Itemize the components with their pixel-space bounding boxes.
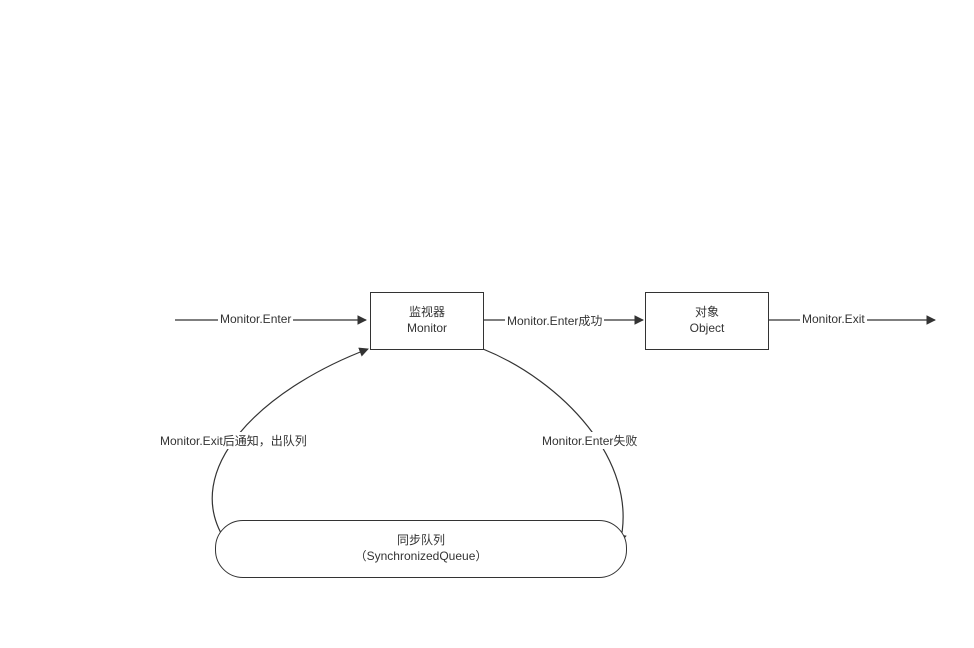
label-exit-notify: Monitor.Exit后通知，出队列	[158, 432, 309, 449]
node-monitor-title: 监视器	[409, 305, 445, 321]
node-queue-sub: （SynchronizedQueue）	[355, 549, 488, 565]
label-enter-fail: Monitor.Enter失败	[540, 432, 639, 449]
diagram-canvas: 监视器 Monitor 对象 Object 同步队列 （Synchronized…	[0, 0, 974, 648]
node-object: 对象 Object	[645, 292, 769, 350]
node-monitor-sub: Monitor	[407, 321, 447, 337]
node-object-sub: Object	[690, 321, 725, 337]
label-exit: Monitor.Exit	[800, 312, 867, 326]
label-enter-success: Monitor.Enter成功	[505, 312, 604, 329]
node-queue: 同步队列 （SynchronizedQueue）	[215, 520, 627, 578]
node-object-title: 对象	[695, 305, 719, 321]
label-enter: Monitor.Enter	[218, 312, 293, 326]
node-queue-title: 同步队列	[397, 533, 445, 549]
node-monitor: 监视器 Monitor	[370, 292, 484, 350]
